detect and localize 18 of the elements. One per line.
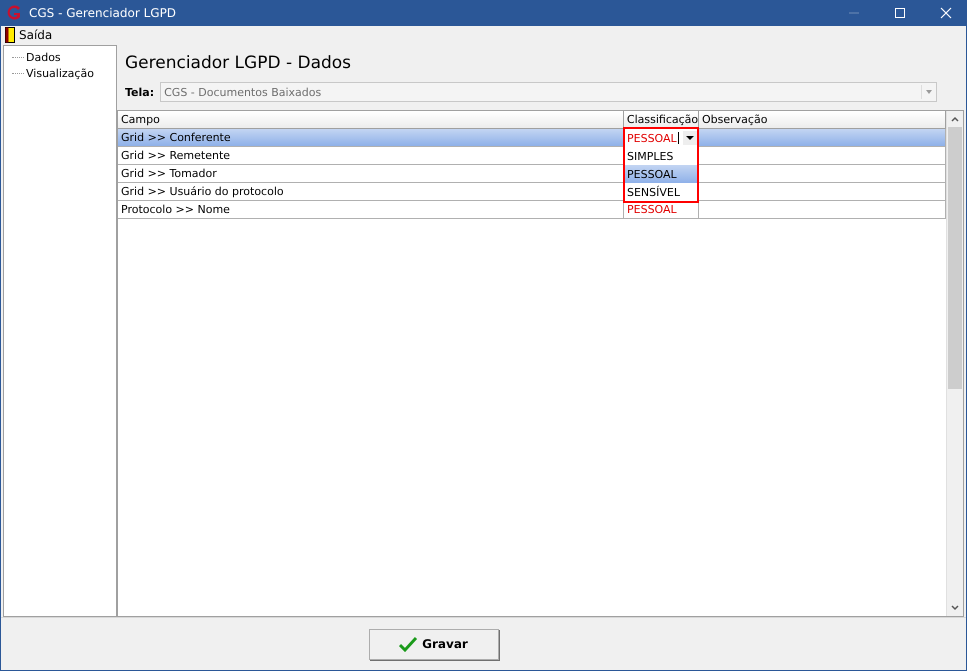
- page-heading: Gerenciador LGPD - Dados: [124, 52, 352, 75]
- checkmark-icon: [399, 636, 418, 652]
- door-icon: [5, 27, 15, 43]
- table-row[interactable]: Protocolo >> Nome PESSOAL: [118, 201, 946, 219]
- screen-dropdown[interactable]: CGS - Documentos Baixados: [160, 82, 937, 102]
- vertical-scrollbar[interactable]: [946, 111, 963, 616]
- window-title: CGS - Gerenciador LGPD: [29, 6, 178, 20]
- tree-item[interactable]: Dados: [26, 50, 61, 64]
- caret-icon: [683, 131, 697, 145]
- menu-item[interactable]: Saída: [1, 27, 56, 43]
- tree-item[interactable]: Visualização: [26, 66, 94, 80]
- maximize-icon[interactable]: [894, 7, 906, 19]
- save-button[interactable]: Gravar: [368, 628, 498, 660]
- field-label: Tela:: [125, 86, 154, 98]
- dropdown-option[interactable]: PESSOAL: [625, 165, 697, 183]
- app-logo-icon: [6, 5, 22, 21]
- close-icon[interactable]: [940, 7, 952, 19]
- classification-field[interactable]: PESSOAL: [625, 129, 697, 147]
